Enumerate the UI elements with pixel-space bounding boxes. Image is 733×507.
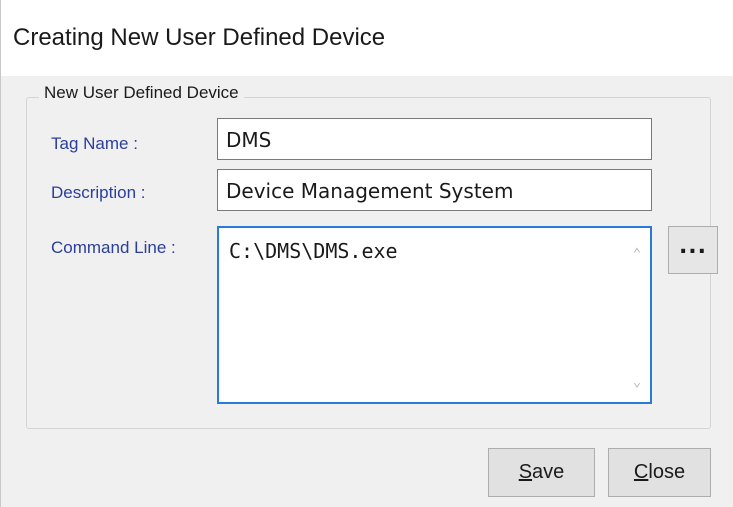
description-input[interactable]: Device Management System xyxy=(217,169,652,211)
close-button[interactable]: Close xyxy=(608,448,711,497)
save-label: ave xyxy=(532,461,565,483)
tag-name-label: Tag Name : xyxy=(51,134,138,153)
browse-button[interactable]: ... xyxy=(668,226,718,274)
save-button[interactable]: Save xyxy=(488,448,595,497)
vertical-scrollbar[interactable]: ⌃ ⌄ xyxy=(624,228,650,402)
command-line-textarea[interactable]: C:\DMS\DMS.exe ⌃ ⌄ xyxy=(217,226,652,404)
title-bar: Creating New User Defined Device xyxy=(1,0,733,76)
command-line-label: Command Line : xyxy=(51,238,176,257)
chevron-down-icon[interactable]: ⌄ xyxy=(628,374,646,390)
close-mnemonic: C xyxy=(633,461,649,483)
close-label: lose xyxy=(648,461,686,483)
save-mnemonic: S xyxy=(518,461,533,483)
dialog-window: Creating New User Defined Device New Use… xyxy=(0,0,733,507)
group-box-legend: New User Defined Device xyxy=(39,83,244,103)
window-title: Creating New User Defined Device xyxy=(13,24,386,51)
command-line-value: C:\DMS\DMS.exe xyxy=(229,239,398,263)
tag-name-input[interactable]: DMS xyxy=(217,118,652,160)
description-label: Description : xyxy=(51,183,146,202)
chevron-up-icon[interactable]: ⌃ xyxy=(628,246,646,262)
